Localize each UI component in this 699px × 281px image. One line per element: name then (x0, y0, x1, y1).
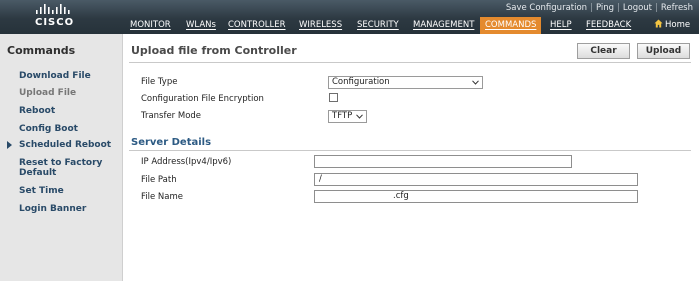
expand-arrow-icon[interactable] (7, 141, 12, 149)
encryption-label: Configuration File Encryption (141, 94, 264, 104)
nav-feedback[interactable]: FEEDBACK (586, 17, 631, 34)
sidebar-item-reboot[interactable]: Reboot (19, 106, 119, 116)
transfer-mode-label: Transfer Mode (141, 111, 202, 121)
nav-monitor[interactable]: MONITOR (130, 17, 171, 34)
nav-help[interactable]: HELP (550, 17, 572, 34)
encryption-checkbox[interactable] (329, 93, 338, 102)
file-type-select[interactable]: Configuration (328, 76, 483, 89)
ip-address-label: IP Address(Ipv4/Ipv6) (141, 157, 232, 167)
sidebar-item-upload-file[interactable]: Upload File (19, 88, 119, 98)
main-nav: MONITOR WLANs CONTROLLER WIRELESS SECURI… (0, 17, 699, 34)
chevron-down-icon (472, 80, 479, 85)
clear-button[interactable]: Clear (577, 43, 630, 59)
nav-management[interactable]: MANAGEMENT (413, 17, 474, 34)
logout-link[interactable]: Logout (623, 3, 652, 13)
save-configuration-link[interactable]: Save Configuration (506, 3, 587, 13)
server-details-title: Server Details (131, 137, 212, 148)
sidebar-item-download-file[interactable]: Download File (19, 71, 119, 81)
sidebar-item-scheduled-reboot[interactable]: Scheduled Reboot (19, 140, 119, 150)
nav-wireless[interactable]: WIRELESS (299, 17, 342, 34)
home-label: Home (665, 20, 691, 30)
nav-security[interactable]: SECURITY (357, 17, 399, 34)
page-title: Upload file from Controller (131, 44, 297, 57)
sidebar-item-login-banner[interactable]: Login Banner (19, 204, 119, 214)
title-divider (129, 62, 691, 63)
section-divider (129, 150, 691, 151)
chevron-down-icon (356, 114, 363, 119)
file-type-value: Configuration (332, 77, 390, 87)
ping-link[interactable]: Ping (596, 3, 614, 13)
home-icon (654, 19, 663, 28)
upload-button[interactable]: Upload (637, 43, 690, 59)
sidebar-item-set-time[interactable]: Set Time (19, 186, 119, 196)
utility-links: Save Configuration | Ping | Logout | Refresh (505, 3, 693, 13)
file-type-label: File Type (141, 77, 178, 87)
nav-home[interactable]: Home (654, 17, 690, 34)
refresh-link[interactable]: Refresh (661, 3, 693, 13)
nav-commands[interactable]: COMMANDS (480, 17, 542, 34)
transfer-mode-select[interactable]: TFTP (328, 110, 367, 123)
transfer-mode-value: TFTP (332, 111, 353, 121)
cisco-bridge-icon (36, 4, 70, 14)
file-name-input[interactable]: .cfg (314, 190, 638, 203)
sidebar-title: Commands (7, 44, 76, 57)
sidebar-item-config-boot[interactable]: Config Boot (19, 124, 119, 134)
ip-address-input[interactable] (314, 155, 572, 168)
top-header: CISCO Save Configuration | Ping | Logout | Ref… (0, 0, 699, 34)
file-path-input[interactable]: / (314, 173, 638, 186)
nav-wlans[interactable]: WLANs (186, 17, 216, 34)
sidebar: Commands Download File Upload File Reboo… (0, 34, 123, 281)
file-name-label: File Name (141, 192, 184, 202)
nav-controller[interactable]: CONTROLLER (228, 17, 286, 34)
sidebar-item-reset-factory-default[interactable]: Reset to Factory Default (19, 158, 115, 178)
file-path-label: File Path (141, 175, 177, 185)
